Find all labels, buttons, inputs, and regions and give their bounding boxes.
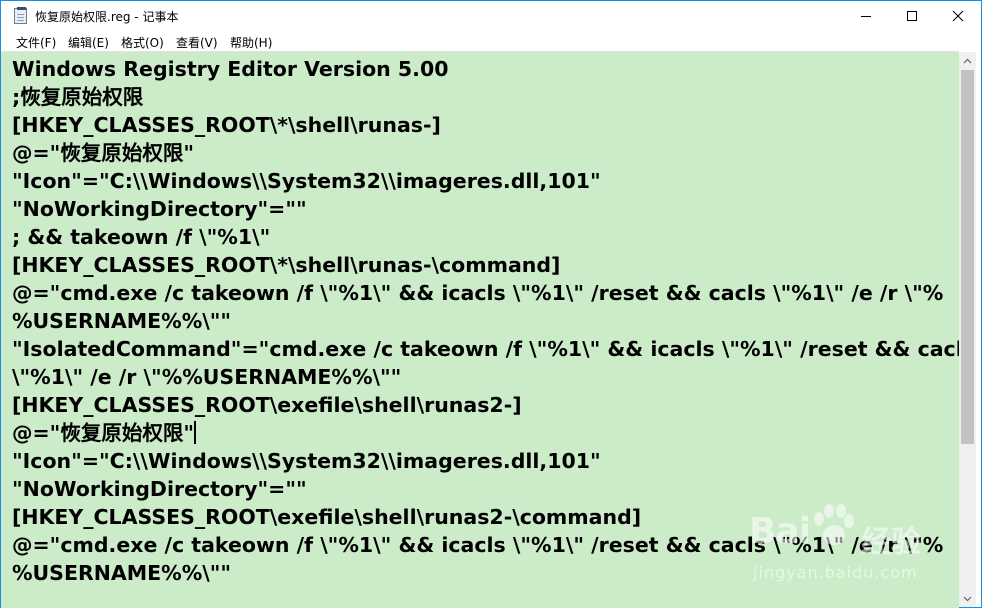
close-button[interactable] <box>935 1 981 31</box>
maximize-button[interactable] <box>889 1 935 31</box>
paw-icon <box>814 504 854 545</box>
watermark-logo-text: Bai <box>749 511 811 552</box>
menu-file[interactable]: 文件(F) <box>16 34 56 51</box>
title-bar[interactable]: 恢复原始权限.reg - 记事本 <box>1 1 981 31</box>
scrollbar-thumb[interactable] <box>961 70 974 444</box>
window-title: 恢复原始权限.reg - 记事本 <box>35 10 179 24</box>
menu-format[interactable]: 格式(O) <box>121 34 164 51</box>
close-icon <box>952 10 964 22</box>
notepad-window: 恢复原始权限.reg - 记事本 文件(F) 编辑(E) 格式(O) 查看(V)… <box>0 0 982 608</box>
minimize-icon <box>861 16 871 17</box>
editor-line: [HKEY_CLASSES_ROOT\*\shell\runas-] <box>12 113 441 137</box>
menu-edit[interactable]: 编辑(E) <box>68 34 109 51</box>
editor-line: "Icon"="C:\\Windows\\System32\\imageres.… <box>12 449 601 473</box>
notepad-icon <box>14 7 27 24</box>
editor-line: ;恢复原始权限 <box>12 85 144 109</box>
scroll-down-button[interactable] <box>959 590 976 607</box>
baidu-jingyan-watermark: Bai 经验 jingyan.baidu.com <box>749 499 949 589</box>
editor-line: %USERNAME%%\"" <box>12 309 232 333</box>
editor-line: "IsolatedCommand"="cmd.exe /c takeown /f… <box>12 337 959 361</box>
editor-line: [HKEY_CLASSES_ROOT\*\shell\runas-\comman… <box>12 253 561 277</box>
menu-help[interactable]: 帮助(H) <box>230 34 272 51</box>
editor-line: "NoWorkingDirectory"="" <box>12 197 307 221</box>
editor-line: "Icon"="C:\\Windows\\System32\\imageres.… <box>12 169 601 193</box>
vertical-scrollbar[interactable] <box>959 52 976 607</box>
editor-line: "NoWorkingDirectory"="" <box>12 477 307 501</box>
maximize-icon <box>907 11 917 21</box>
menu-bar: 文件(F) 编辑(E) 格式(O) 查看(V) 帮助(H) <box>1 31 981 51</box>
chevron-up-icon <box>963 58 972 63</box>
editor-line: [HKEY_CLASSES_ROOT\exefile\shell\runas2-… <box>12 393 522 417</box>
editor-line: \"%1\" /e /r \"%%USERNAME%%\"" <box>12 365 402 389</box>
editor-line: Windows Registry Editor Version 5.00 <box>12 57 449 81</box>
minimize-button[interactable] <box>843 1 889 31</box>
text-caret <box>194 421 197 444</box>
watermark-cn-text: 经验 <box>861 525 921 560</box>
editor-line: @="恢复原始权限" <box>12 421 195 445</box>
editor-line: @="cmd.exe /c takeown /f \"%1\" && icacl… <box>12 281 944 305</box>
editor-line: ; && takeown /f \"%1\" <box>12 225 271 249</box>
editor-line: @="恢复原始权限" <box>12 141 195 165</box>
editor-line: %USERNAME%%\"" <box>12 561 232 585</box>
chevron-down-icon <box>963 596 972 601</box>
menu-view[interactable]: 查看(V) <box>176 34 218 51</box>
scroll-up-button[interactable] <box>959 52 976 69</box>
editor-line: [HKEY_CLASSES_ROOT\exefile\shell\runas2-… <box>12 505 642 529</box>
watermark-url: jingyan.baidu.com <box>753 563 918 582</box>
